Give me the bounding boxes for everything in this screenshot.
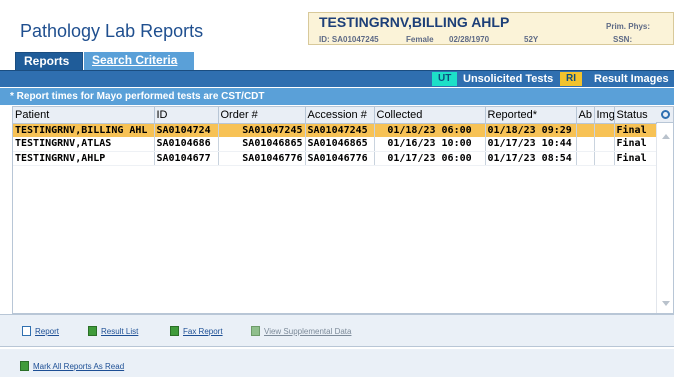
cell-order: SA01046776 (218, 151, 306, 166)
fax-report-label: Fax Report (183, 326, 223, 336)
ssn-label: SSN: (613, 35, 633, 44)
col-header-reported[interactable]: Reported* (485, 107, 577, 124)
cell-id: SA0104724 (154, 123, 219, 137)
cell-patient: TESTINGRNV,AHLP (13, 151, 155, 166)
result-list-label: Result List (101, 326, 139, 336)
reports-table: Patient ID Order # Accession # Collected… (13, 107, 657, 166)
cell-img (594, 123, 615, 137)
patient-dob: 02/28/1970 (449, 35, 490, 44)
col-header-ab[interactable]: Ab (576, 107, 595, 124)
mark-all-read-label: Mark All Reports As Read (33, 361, 125, 371)
result-images-badge: RI (560, 72, 582, 86)
cell-accession: SA01046865 (305, 137, 375, 152)
col-header-status[interactable]: Status (614, 107, 657, 124)
cell-order: SA01046865 (218, 137, 306, 152)
cell-status: Final (614, 151, 657, 166)
legend-toolbar: UT Unsolicited Tests RI Result Images (0, 70, 674, 87)
tab-reports[interactable]: Reports (15, 52, 83, 70)
view-supplemental-label: View Supplemental Data (264, 326, 352, 336)
cell-ab (576, 137, 595, 152)
unsolicited-tests-label: Unsolicited Tests (463, 73, 554, 85)
cell-id: SA0104677 (154, 151, 219, 166)
table-row[interactable]: TESTINGRNV,ATLAS SA0104686 SA01046865 SA… (13, 137, 657, 152)
document-icon (22, 326, 31, 336)
patient-id: ID: SA01047245 (319, 35, 379, 44)
col-header-collected[interactable]: Collected (374, 107, 486, 124)
cell-collected: 01/16/23 10:00 (374, 137, 486, 152)
cell-img (594, 137, 615, 152)
cell-img (594, 151, 615, 166)
table-row[interactable]: TESTINGRNV,BILLING AHL SA0104724 SA01047… (13, 123, 657, 137)
cell-order: SA01047245 (218, 123, 306, 137)
prim-phys-label: Prim. Phys: (606, 22, 651, 31)
cell-ab (576, 151, 595, 166)
cell-reported: 01/18/23 09:29 (485, 123, 577, 137)
tab-search-criteria[interactable]: Search Criteria (84, 52, 194, 70)
result-list-link[interactable]: Result List (88, 326, 138, 336)
table-header-row: Patient ID Order # Accession # Collected… (13, 107, 657, 124)
cell-reported: 01/17/23 08:54 (485, 151, 577, 166)
cell-status: Final (614, 123, 657, 137)
col-header-img[interactable]: Img (594, 107, 615, 124)
result-images-label: Result Images (594, 73, 669, 85)
cell-id: SA0104686 (154, 137, 219, 152)
scroll-up-icon[interactable] (662, 134, 670, 139)
supplemental-icon (251, 326, 260, 336)
cell-patient: TESTINGRNV,ATLAS (13, 137, 155, 152)
cell-accession: SA01046776 (305, 151, 375, 166)
vertical-scrollbar[interactable] (656, 124, 673, 313)
cell-collected: 01/18/23 06:00 (374, 123, 486, 137)
check-icon (20, 361, 29, 371)
report-link[interactable]: Report (22, 326, 59, 336)
circle-icon (660, 110, 670, 119)
cell-ab (576, 123, 595, 137)
patient-name: TESTINGRNV,BILLING AHLP (319, 14, 510, 30)
cell-collected: 01/17/23 06:00 (374, 151, 486, 166)
cell-patient: TESTINGRNV,BILLING AHL (13, 123, 155, 137)
scroll-down-icon[interactable] (662, 301, 670, 306)
footer-bar: Mark All Reports As Read (0, 349, 674, 377)
fax-report-link[interactable]: Fax Report (170, 326, 223, 336)
page-title: Pathology Lab Reports (20, 21, 204, 41)
cell-status: Final (614, 137, 657, 152)
cell-reported: 01/17/23 10:44 (485, 137, 577, 152)
cell-accession: SA01047245 (305, 123, 375, 137)
list-icon (88, 326, 97, 336)
table-row[interactable]: TESTINGRNV,AHLP SA0104677 SA01046776 SA0… (13, 151, 657, 166)
col-header-accession[interactable]: Accession # (305, 107, 375, 124)
timezone-notice: * Report times for Mayo performed tests … (0, 88, 674, 105)
patient-age: 52Y (524, 35, 539, 44)
report-actions-bar: Report Result List Fax Report View Suppl… (0, 314, 674, 347)
col-header-patient[interactable]: Patient (13, 107, 155, 124)
col-header-id[interactable]: ID (154, 107, 219, 124)
mark-all-read-link[interactable]: Mark All Reports As Read (20, 361, 124, 371)
unsolicited-tests-badge: UT (432, 72, 458, 86)
reports-grid: Patient ID Order # Accession # Collected… (12, 106, 674, 314)
view-supplemental-link[interactable]: View Supplemental Data (251, 326, 351, 336)
fax-icon (170, 326, 179, 336)
column-settings-button[interactable] (656, 107, 673, 123)
report-link-label: Report (35, 326, 60, 336)
app-header: Pathology Lab Reports TESTINGRNV,BILLING… (0, 0, 674, 50)
patient-banner: TESTINGRNV,BILLING AHLP ID: SA01047245 F… (308, 12, 674, 45)
col-header-order[interactable]: Order # (218, 107, 306, 124)
patient-sex: Female (406, 35, 434, 44)
